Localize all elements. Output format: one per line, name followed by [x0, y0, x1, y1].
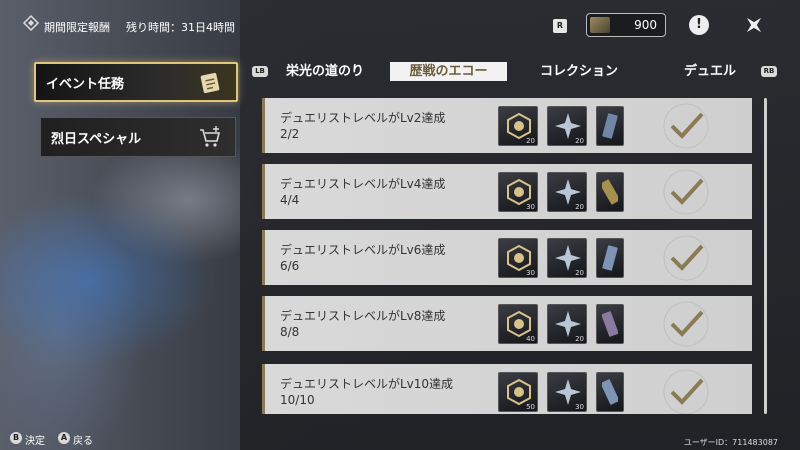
ticket-icon — [602, 179, 618, 205]
confirm-label: 決定 — [25, 436, 45, 447]
ticket-icon — [602, 245, 618, 271]
reward-ticket[interactable] — [596, 106, 624, 146]
menu-item-event-missions[interactable]: イベント任務 — [34, 62, 238, 102]
check-icon — [663, 169, 709, 215]
currency-icon — [590, 17, 610, 33]
mission-progress: 8/8 — [280, 325, 300, 339]
rb-button-icon[interactable]: RB — [761, 66, 777, 77]
emblem-icon — [507, 178, 531, 206]
check-icon — [663, 301, 709, 347]
period-title: 期間限定報酬 — [44, 21, 110, 34]
reward-count: 20 — [575, 269, 584, 277]
reward-emblem[interactable]: 30 — [498, 238, 538, 278]
cart-icon — [200, 126, 221, 147]
mission-title: デュエリストレベルがLv8達成 — [280, 309, 446, 323]
reward-period-icon — [22, 14, 40, 32]
reward-count: 20 — [575, 203, 584, 211]
emblem-icon — [507, 310, 531, 338]
star-shard-icon — [555, 179, 581, 205]
mission-row[interactable]: デュエリストレベルがLv6達成 6/6 30 20 — [262, 230, 752, 285]
user-id: ユーザーID：711483087 — [683, 438, 778, 447]
close-icon[interactable] — [742, 13, 766, 37]
currency-value: 900 — [634, 18, 657, 32]
emblem-icon — [507, 112, 531, 140]
check-icon — [663, 235, 709, 281]
reward-star-shard[interactable]: 30 — [547, 372, 587, 412]
mission-title: デュエリストレベルがLv2達成 — [280, 111, 446, 125]
reward-star-shard[interactable]: 20 — [547, 106, 587, 146]
star-shard-icon — [555, 113, 581, 139]
reward-ticket[interactable] — [596, 172, 624, 212]
emblem-icon — [507, 378, 531, 406]
mission-list[interactable]: デュエリストレベルがLv2達成 2/2 20 20 デュエリストレベルがLv4達… — [262, 98, 752, 414]
reward-count: 30 — [526, 203, 535, 211]
a-button-icon[interactable]: A — [58, 432, 70, 444]
reward-ticket[interactable] — [596, 304, 624, 344]
reward-count: 20 — [575, 137, 584, 145]
reward-ticket[interactable] — [596, 372, 624, 412]
reward-emblem[interactable]: 40 — [498, 304, 538, 344]
reward-emblem[interactable]: 30 — [498, 172, 538, 212]
tab-collection[interactable]: コレクション — [524, 62, 634, 81]
reward-count: 40 — [526, 335, 535, 343]
reward-emblem[interactable]: 20 — [498, 106, 538, 146]
mission-title: デュエリストレベルがLv4達成 — [280, 177, 446, 191]
reward-count: 20 — [575, 335, 584, 343]
currency-display: 900 — [586, 13, 666, 37]
lb-button-icon[interactable]: LB — [252, 66, 268, 77]
reward-count: 50 — [526, 403, 535, 411]
scroll-icon — [200, 72, 220, 94]
mission-title: デュエリストレベルがLv6達成 — [280, 243, 446, 257]
b-button-icon[interactable]: B — [10, 432, 22, 444]
remaining-time: 残り時間：31日4時間 — [126, 21, 235, 34]
reward-star-shard[interactable]: 20 — [547, 172, 587, 212]
menu-item-special[interactable]: 烈日スペシャル — [40, 117, 236, 157]
menu-item-label: 烈日スペシャル — [51, 131, 142, 147]
reward-emblem[interactable]: 50 — [498, 372, 538, 412]
tab-glory-path[interactable]: 栄光の道のり — [270, 62, 380, 81]
list-scrollbar[interactable] — [764, 98, 767, 414]
mission-progress: 2/2 — [280, 127, 300, 141]
star-shard-icon — [555, 379, 581, 405]
star-shard-icon — [555, 311, 581, 337]
mission-progress: 4/4 — [280, 193, 300, 207]
emblem-icon — [507, 244, 531, 272]
reward-star-shard[interactable]: 20 — [547, 238, 587, 278]
menu-item-label: イベント任務 — [46, 76, 125, 92]
ticket-icon — [602, 113, 618, 139]
mission-row[interactable]: デュエリストレベルがLv4達成 4/4 30 20 — [262, 164, 752, 219]
mission-title: デュエリストレベルがLv10達成 — [280, 377, 454, 391]
ticket-icon — [602, 379, 618, 405]
check-icon — [663, 103, 709, 149]
mission-row[interactable]: デュエリストレベルがLv8達成 8/8 40 20 — [262, 296, 752, 351]
reward-count: 30 — [526, 269, 535, 277]
ticket-icon — [602, 311, 618, 337]
tab-veteran-echo[interactable]: 歴戦のエコー — [390, 62, 507, 81]
star-shard-icon — [555, 245, 581, 271]
back-label: 戻る — [73, 436, 93, 447]
mission-progress: 10/10 — [280, 393, 315, 407]
check-icon — [663, 369, 709, 414]
reward-count: 20 — [526, 137, 535, 145]
mission-row[interactable]: デュエリストレベルがLv10達成 10/10 50 30 — [262, 364, 752, 414]
mission-row[interactable]: デュエリストレベルがLv2達成 2/2 20 20 — [262, 98, 752, 153]
r-badge-icon: R — [553, 19, 567, 33]
mission-progress: 6/6 — [280, 259, 300, 273]
tab-duel[interactable]: デュエル — [665, 62, 755, 81]
header: 期間限定報酬 残り時間：31日4時間 R 900 ! — [0, 0, 800, 56]
reward-count: 30 — [575, 403, 584, 411]
reward-star-shard[interactable]: 20 — [547, 304, 587, 344]
alert-button[interactable]: ! — [689, 15, 709, 35]
reward-ticket[interactable] — [596, 238, 624, 278]
